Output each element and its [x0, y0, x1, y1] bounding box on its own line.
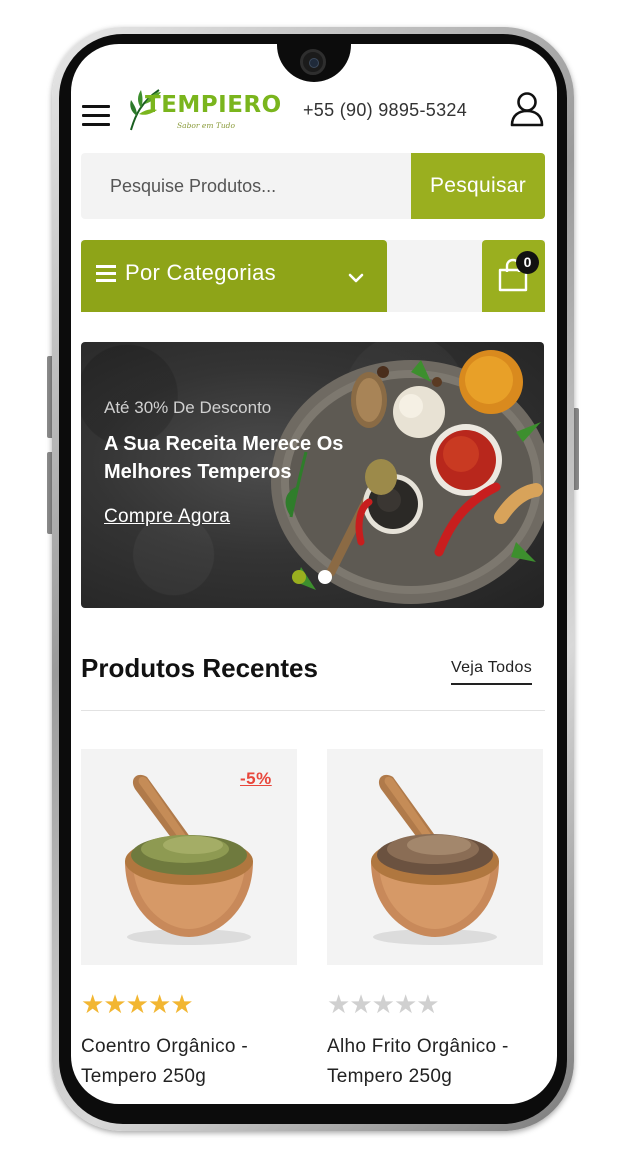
- section-divider: [81, 710, 545, 711]
- cart-count-badge: 0: [516, 251, 539, 274]
- star-icon: ★: [81, 989, 104, 1019]
- product-name[interactable]: Alho Frito Orgânico - Tempero 250g: [327, 1032, 543, 1092]
- search-button[interactable]: Pesquisar: [411, 153, 545, 219]
- product-card[interactable]: ★★★★★ Alho Frito Orgânico - Tempero 250g: [327, 749, 543, 1087]
- slider-dot-1[interactable]: [292, 570, 306, 584]
- list-icon: [96, 265, 116, 282]
- product-name[interactable]: Coentro Orgânico - Tempero 250g: [81, 1032, 297, 1092]
- search-bar: Pesquisar: [81, 153, 545, 219]
- logo-wordmark: TEMPIERO: [145, 92, 282, 118]
- logo-tagline: Sabor em Tudo: [177, 121, 235, 130]
- header: TEMPIERO Sabor em Tudo +55 (90) 9895-532…: [71, 84, 557, 146]
- star-icon: ★: [349, 989, 372, 1019]
- categories-dropdown[interactable]: Por Categorias: [81, 240, 387, 312]
- rating-stars: ★★★★★: [327, 989, 440, 1020]
- categories-label: Por Categorias: [125, 260, 276, 285]
- slider-dot-2[interactable]: [318, 570, 332, 584]
- hero-title: A Sua Receita Merece Os Melhores Tempero…: [104, 433, 344, 483]
- user-icon[interactable]: [509, 90, 545, 128]
- phone-screen: TEMPIERO Sabor em Tudo +55 (90) 9895-532…: [71, 44, 557, 1104]
- notch: [277, 44, 351, 82]
- star-icon: ★: [371, 989, 395, 1019]
- product-image[interactable]: -5%: [81, 749, 297, 965]
- star-icon: ★: [416, 989, 439, 1019]
- logo[interactable]: TEMPIERO Sabor em Tudo: [127, 84, 281, 136]
- garlic-bowl-image: [371, 774, 499, 945]
- contact-phone[interactable]: +55 (90) 9895-5324: [303, 100, 467, 121]
- star-icon: ★: [147, 989, 171, 1019]
- menu-icon[interactable]: [82, 105, 110, 127]
- star-icon: ★: [327, 989, 350, 1019]
- product-card[interactable]: -5% ★★★★★ Coentro Orgânico - Tempero 250…: [81, 749, 297, 1087]
- see-all-link[interactable]: Veja Todos: [451, 659, 532, 685]
- shop-now-link[interactable]: Compre Agora: [104, 506, 230, 528]
- hero-discount-text: Até 30% De Desconto: [104, 398, 272, 417]
- category-bar: Por Categorias 0: [81, 240, 545, 312]
- star-icon: ★: [170, 989, 193, 1019]
- hero-banner[interactable]: Até 30% De Desconto A Sua Receita Merece…: [81, 342, 544, 608]
- star-icon: ★: [393, 989, 417, 1019]
- chevron-down-icon: [348, 273, 364, 283]
- section-title: Produtos Recentes: [81, 653, 318, 683]
- front-camera: [300, 49, 326, 75]
- product-image[interactable]: [327, 749, 543, 965]
- search-input[interactable]: [81, 153, 411, 219]
- discount-badge: -5%: [240, 769, 272, 788]
- star-icon: ★: [125, 989, 149, 1019]
- star-icon: ★: [103, 989, 126, 1019]
- rating-stars: ★★★★★: [81, 989, 194, 1020]
- cart-button[interactable]: 0: [482, 240, 545, 312]
